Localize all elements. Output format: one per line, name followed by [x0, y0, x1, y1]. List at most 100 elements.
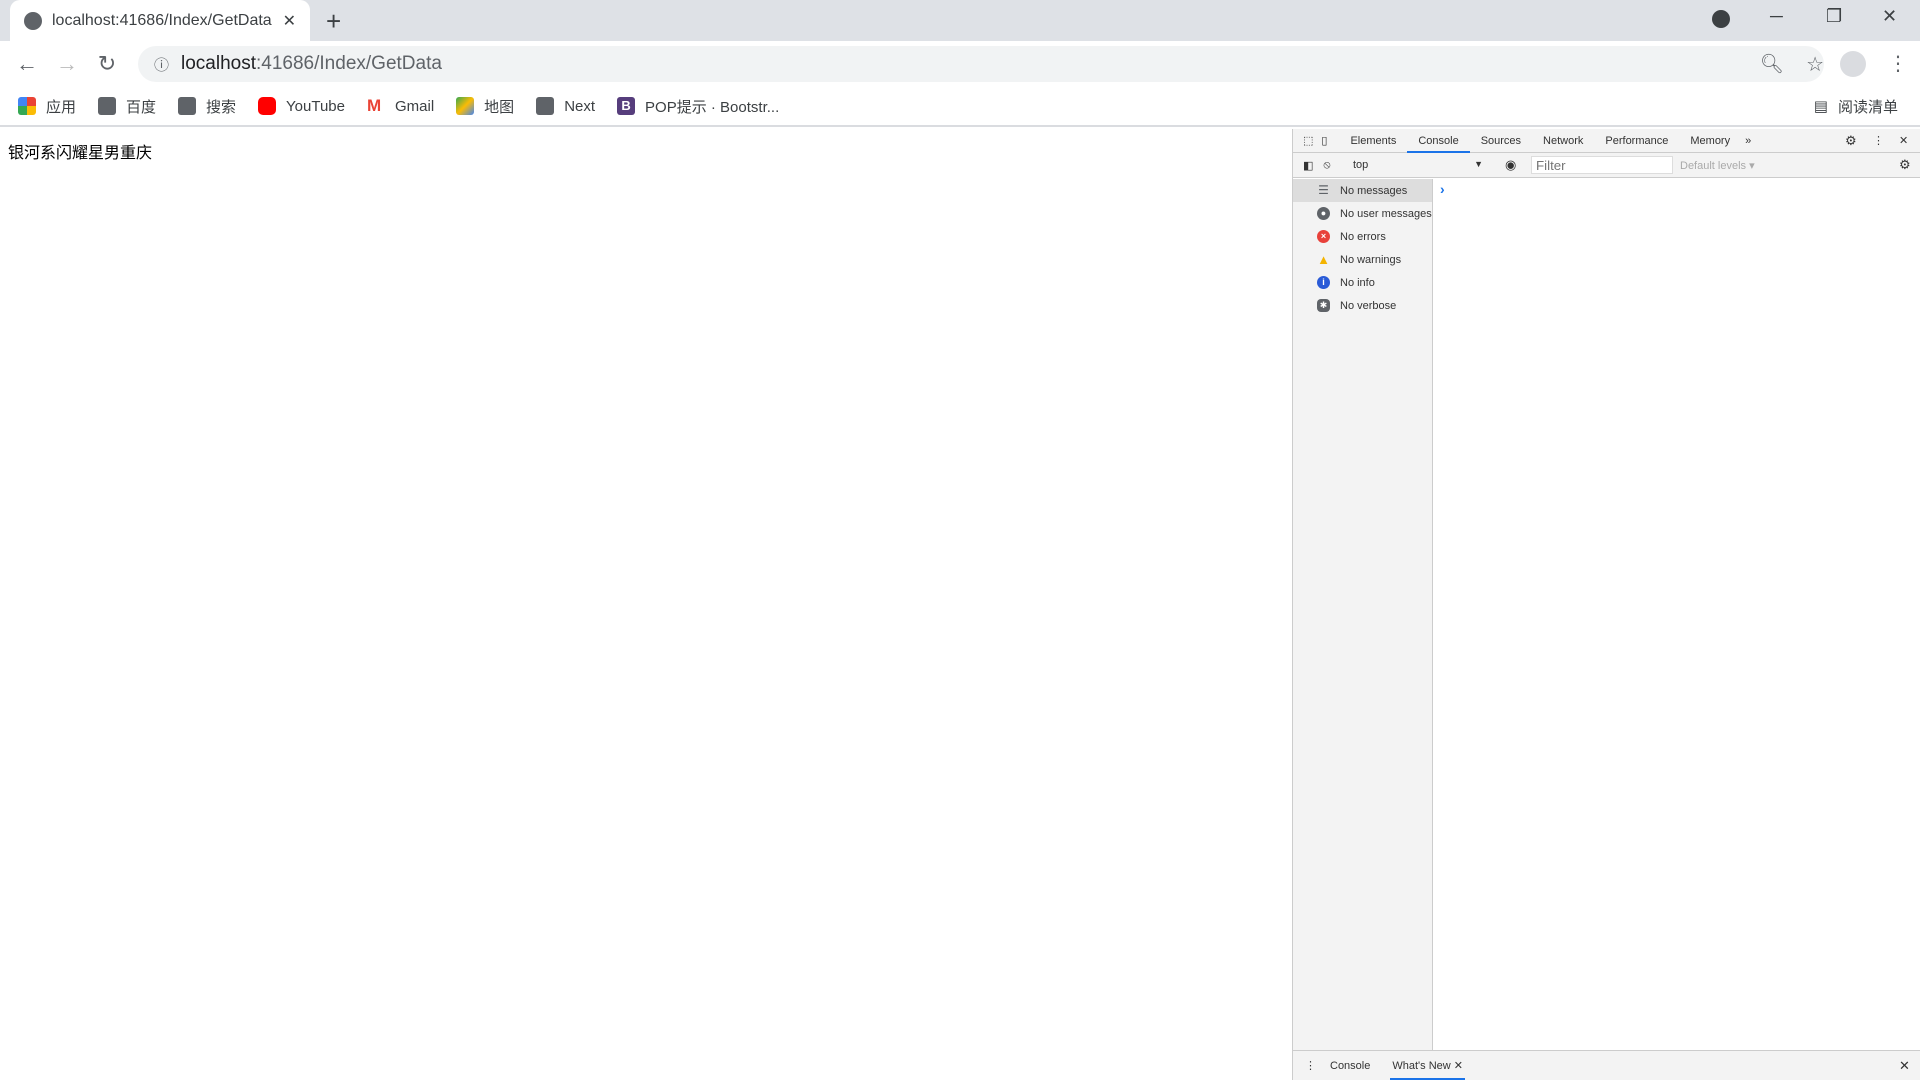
- page-content: 银河系闪耀星男重庆: [0, 129, 1292, 1080]
- bookmark-search[interactable]: 搜索: [178, 96, 236, 117]
- bookmark-star-icon[interactable]: ☆: [1806, 52, 1824, 77]
- devtools-menu-icon[interactable]: ⋮: [1873, 134, 1884, 147]
- devtools-drawer: ⋮ Console What's New ✕ ✕: [1293, 1050, 1920, 1080]
- address-bar[interactable]: ⓘ localhost:41686/Index/GetData 🔍︎ ☆: [138, 46, 1824, 82]
- zoom-icon[interactable]: 🔍︎: [1760, 52, 1784, 76]
- tab-console[interactable]: Console: [1407, 129, 1470, 153]
- reading-list-label: 阅读清单: [1837, 98, 1898, 116]
- filter-input[interactable]: [1531, 156, 1673, 174]
- bookmark-label: POP提示 · Bootstr...: [645, 98, 780, 116]
- bug-icon: ✱: [1317, 299, 1330, 312]
- restore-button[interactable]: ❐: [1826, 6, 1842, 27]
- console-prompt[interactable]: ›: [1440, 181, 1445, 197]
- bookmark-next[interactable]: Next: [536, 97, 595, 115]
- back-button[interactable]: ←: [7, 51, 47, 77]
- sidebar-item-messages[interactable]: ☰ No messages: [1293, 179, 1432, 202]
- console-sidebar: ☰ No messages ● No user messages × No error…: [1293, 179, 1433, 1051]
- console-toolbar: ◧ ⦸ top▼ ◉ Default levels ▾ ⚙: [1293, 153, 1920, 178]
- close-drawer-tab-icon[interactable]: ✕: [1454, 1060, 1463, 1072]
- reload-button[interactable]: ↻: [87, 51, 127, 77]
- sidebar-label: No messages: [1340, 184, 1408, 197]
- context-select[interactable]: top ▼: [1353, 159, 1483, 171]
- browser-tab[interactable]: localhost:41686/Index/GetData ✕: [10, 0, 310, 41]
- inspect-element-icon[interactable]: ⬚: [1303, 134, 1313, 147]
- close-window-button[interactable]: ✕: [1882, 6, 1897, 27]
- bookmark-maps[interactable]: 地图: [456, 96, 514, 117]
- info-icon[interactable]: ⓘ: [154, 54, 169, 75]
- sidebar-label: No errors: [1340, 230, 1386, 243]
- globe-icon: [178, 97, 197, 115]
- url-host: localhost: [181, 53, 257, 74]
- devtools-panel: ⬚ ▯ Elements Console Sources Network Per…: [1292, 129, 1920, 1080]
- close-tab-icon[interactable]: ✕: [283, 11, 296, 31]
- user-icon: ●: [1317, 207, 1330, 220]
- bookmark-label: Next: [564, 97, 596, 115]
- sidebar-label: No warnings: [1340, 253, 1402, 266]
- sidebar-item-info[interactable]: i No info: [1293, 271, 1432, 294]
- youtube-icon: [258, 97, 277, 115]
- tab-title: localhost:41686/Index/GetData: [52, 11, 272, 29]
- warning-icon: ▲: [1317, 252, 1330, 267]
- bootstrap-icon: B: [617, 97, 636, 115]
- url-path: :41686/Index/GetData: [256, 53, 442, 74]
- console-settings-icon[interactable]: ⚙: [1899, 157, 1911, 173]
- gmail-icon: M: [367, 96, 382, 115]
- sidebar-item-user-messages[interactable]: ● No user messages: [1293, 202, 1432, 225]
- sidebar-label: No info: [1340, 276, 1375, 289]
- bookmark-baidu[interactable]: 百度: [98, 96, 156, 117]
- sidebar-label: No verbose: [1340, 299, 1397, 312]
- globe-icon: [98, 97, 117, 115]
- devtools-tabbar: ⬚ ▯ Elements Console Sources Network Per…: [1293, 129, 1920, 153]
- tab-performance[interactable]: Performance: [1594, 129, 1679, 153]
- bookmark-bootstrap[interactable]: B POP提示 · Bootstr...: [617, 96, 779, 117]
- menu-icon[interactable]: ⋮: [1888, 51, 1908, 76]
- avatar[interactable]: [1840, 51, 1866, 77]
- forward-button[interactable]: →: [47, 51, 87, 77]
- tab-network[interactable]: Network: [1532, 129, 1594, 153]
- close-devtools-icon[interactable]: ✕: [1899, 134, 1908, 147]
- error-icon: ×: [1317, 230, 1330, 243]
- more-tabs-icon[interactable]: »: [1745, 135, 1751, 147]
- bookmark-label: 应用: [46, 98, 77, 116]
- globe-icon: [24, 11, 42, 30]
- device-toolbar-icon[interactable]: ▯: [1321, 134, 1327, 147]
- new-tab-button[interactable]: +: [326, 6, 341, 37]
- bookmark-youtube[interactable]: YouTube: [258, 97, 345, 115]
- bookmark-label: 地图: [484, 98, 515, 116]
- sidebar-label: No user messages: [1340, 207, 1432, 220]
- context-value: top: [1353, 159, 1369, 171]
- browser-toolbar: ← → ↻ ⓘ localhost:41686/Index/GetData 🔍︎…: [0, 41, 1920, 87]
- drawer-menu-icon[interactable]: ⋮: [1305, 1059, 1316, 1072]
- reading-list[interactable]: ▤ 阅读清单: [1814, 96, 1898, 117]
- bookmarks-bar: 应用 百度 搜索 YouTube M Gmail 地图 Next B POP提示 ·…: [0, 87, 1920, 127]
- tab-memory[interactable]: Memory: [1679, 129, 1741, 153]
- minimize-button[interactable]: ─: [1770, 6, 1783, 27]
- bookmark-gmail[interactable]: M Gmail: [367, 97, 434, 115]
- sidebar-item-errors[interactable]: × No errors: [1293, 225, 1432, 248]
- tab-elements[interactable]: Elements: [1339, 129, 1407, 153]
- tab-sources[interactable]: Sources: [1470, 129, 1532, 153]
- page-text: 银河系闪耀星男重庆: [8, 145, 153, 162]
- bookmark-apps[interactable]: 应用: [18, 96, 76, 117]
- drawer-tab-label: What's New: [1392, 1059, 1451, 1072]
- bookmark-label: 百度: [126, 98, 157, 116]
- close-drawer-icon[interactable]: ✕: [1899, 1058, 1910, 1074]
- log-levels-dropdown[interactable]: Default levels ▾: [1680, 159, 1755, 172]
- profile-menu-icon[interactable]: [1712, 10, 1730, 28]
- sidebar-toggle-icon[interactable]: ◧: [1303, 159, 1313, 172]
- list-icon: ☰: [1318, 183, 1329, 197]
- drawer-tab-whats-new[interactable]: What's New ✕: [1390, 1052, 1465, 1080]
- bookmark-label: YouTube: [286, 97, 345, 115]
- tab-strip: localhost:41686/Index/GetData ✕ + ─ ❐ ✕: [0, 0, 1920, 41]
- bookmark-label: 搜索: [206, 98, 237, 116]
- globe-icon: [536, 97, 555, 115]
- clear-console-icon[interactable]: ⦸: [1323, 159, 1330, 172]
- apps-icon: [18, 97, 36, 115]
- info-icon: i: [1317, 276, 1330, 289]
- sidebar-item-warnings[interactable]: ▲ No warnings: [1293, 248, 1432, 271]
- sidebar-item-verbose[interactable]: ✱ No verbose: [1293, 294, 1432, 317]
- live-expression-eye-icon[interactable]: ◉: [1505, 157, 1516, 173]
- drawer-tab-console[interactable]: Console: [1330, 1060, 1370, 1072]
- settings-icon[interactable]: ⚙: [1845, 133, 1857, 149]
- maps-icon: [456, 97, 475, 115]
